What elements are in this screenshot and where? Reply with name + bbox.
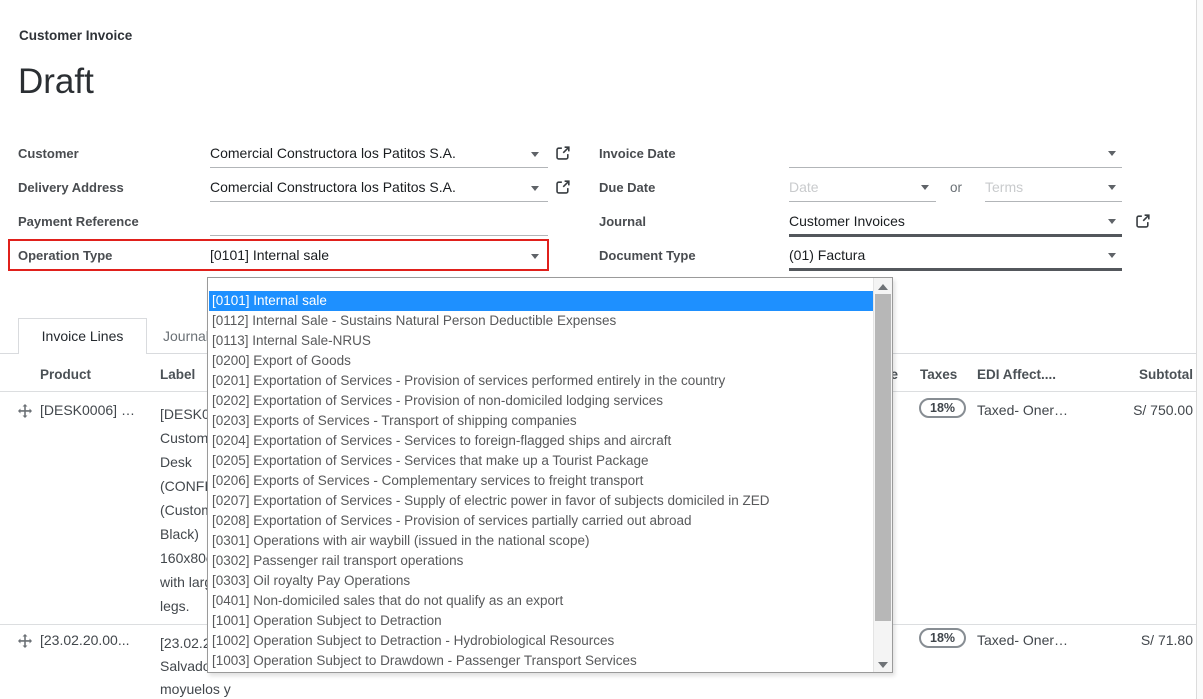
scroll-down-button[interactable] (874, 656, 892, 672)
operation-type-dropdown: [0101] Internal sale [0112] Internal Sal… (207, 277, 893, 673)
delivery-address-field[interactable]: Comercial Constructora los Patitos S.A. (210, 179, 456, 195)
chevron-down-icon[interactable] (921, 185, 929, 190)
dropdown-option[interactable]: [0302] Passenger rail transport operatio… (209, 551, 873, 571)
due-date-date-underline (789, 201, 936, 202)
cell-edi-affectation[interactable]: Taxed- Oner… (977, 632, 1068, 648)
invoice-date-label: Invoice Date (599, 146, 676, 161)
dropdown-option[interactable]: [0401] Non-domiciled sales that do not q… (209, 591, 873, 611)
document-type-label: Document Type (599, 248, 696, 263)
dropdown-option[interactable]: [0303] Oil royalty Pay Operations (209, 571, 873, 591)
dropdown-option[interactable]: [0200] Export of Goods (209, 351, 873, 371)
dropdown-option[interactable]: [0203] Exports of Services - Transport o… (209, 411, 873, 431)
column-header-product[interactable]: Product (40, 367, 91, 382)
cell-edi-affectation[interactable]: Taxed- Oner… (977, 402, 1068, 418)
drag-handle-icon[interactable] (18, 634, 32, 648)
dropdown-option[interactable]: [0201] Exportation of Services - Provisi… (209, 371, 873, 391)
dropdown-option[interactable]: [0208] Exportation of Services - Provisi… (209, 511, 873, 531)
external-link-icon[interactable] (1135, 213, 1151, 229)
chevron-down-icon[interactable] (1108, 253, 1116, 258)
invoice-form-screen: Customer Invoice Draft Customer Comercia… (0, 0, 1203, 699)
dropdown-scrollbar[interactable] (873, 278, 892, 672)
external-link-icon[interactable] (555, 179, 571, 195)
cell-subtotal: S/ 71.80 (1060, 632, 1193, 648)
tax-tag[interactable]: 18% (919, 398, 966, 418)
cell-subtotal: S/ 750.00 (1060, 402, 1193, 418)
column-header-edi[interactable]: EDI Affect.... (977, 367, 1056, 382)
tax-tag[interactable]: 18% (919, 628, 966, 648)
dropdown-option[interactable]: [0202] Exportation of Services - Provisi… (209, 391, 873, 411)
dropdown-option[interactable]: [0113] Internal Sale-NRUS (209, 331, 873, 351)
journal-label: Journal (599, 214, 646, 229)
due-date-terms-underline (985, 201, 1122, 202)
dropdown-option-list: [0101] Internal sale [0112] Internal Sal… (209, 278, 873, 671)
document-type-field-underline (789, 268, 1122, 271)
operation-type-highlight-box (8, 239, 549, 271)
payment-reference-field-underline (210, 235, 548, 236)
payment-reference-label: Payment Reference (18, 214, 139, 229)
dropdown-option[interactable]: [0207] Exportation of Services - Supply … (209, 491, 873, 511)
document-type-field[interactable]: (01) Factura (789, 247, 865, 263)
triangle-down-icon (878, 662, 888, 668)
column-header-taxes[interactable]: Taxes (920, 367, 957, 382)
dropdown-option[interactable]: [1003] Operation Subject to Drawdown - P… (209, 651, 873, 671)
chevron-down-icon[interactable] (1108, 151, 1116, 156)
document-type-breadcrumb: Customer Invoice (19, 28, 132, 43)
dropdown-option[interactable]: [0206] Exports of Services - Complementa… (209, 471, 873, 491)
dropdown-option[interactable]: [1001] Operation Subject to Detraction (209, 611, 873, 631)
dropdown-option[interactable]: [0112] Internal Sale - Sustains Natural … (209, 311, 873, 331)
chevron-down-icon[interactable] (1108, 219, 1116, 224)
delivery-address-label: Delivery Address (18, 180, 124, 195)
scroll-up-button[interactable] (874, 278, 892, 294)
scrollbar-thumb[interactable] (875, 294, 891, 621)
customer-field[interactable]: Comercial Constructora los Patitos S.A. (210, 145, 456, 161)
customer-label: Customer (18, 146, 79, 161)
customer-field-underline (210, 167, 548, 168)
chevron-down-icon[interactable] (1108, 185, 1116, 190)
invoice-date-field-underline (789, 167, 1122, 168)
cell-product[interactable]: [23.02.20.00... (40, 632, 130, 648)
page-scrollbar-track[interactable] (1196, 0, 1203, 699)
due-date-date-input[interactable]: Date (789, 179, 819, 195)
drag-handle-icon[interactable] (18, 404, 32, 418)
dropdown-option[interactable]: [0301] Operations with air waybill (issu… (209, 531, 873, 551)
chevron-down-icon[interactable] (531, 186, 539, 191)
chevron-down-icon[interactable] (531, 152, 539, 157)
column-header-label[interactable]: Label (160, 367, 195, 382)
journal-field-underline (789, 234, 1122, 237)
dropdown-option[interactable]: [0205] Exportation of Services - Service… (209, 451, 873, 471)
column-header-subtotal[interactable]: Subtotal (1060, 367, 1193, 382)
delivery-address-field-underline (210, 201, 548, 202)
cell-product[interactable]: [DESK0006] … (40, 402, 135, 418)
or-separator: or (950, 180, 962, 195)
external-link-icon[interactable] (555, 145, 571, 161)
due-date-terms-input[interactable]: Terms (985, 179, 1023, 195)
journal-field[interactable]: Customer Invoices (789, 213, 905, 229)
dropdown-option[interactable]: [0204] Exportation of Services - Service… (209, 431, 873, 451)
due-date-label: Due Date (599, 180, 655, 195)
triangle-up-icon (878, 284, 888, 290)
dropdown-option[interactable]: [1002] Operation Subject to Detraction -… (209, 631, 873, 651)
tab-invoice-lines[interactable]: Invoice Lines (18, 318, 147, 354)
dropdown-option[interactable]: [0101] Internal sale (209, 291, 873, 311)
page-title: Draft (18, 62, 94, 102)
